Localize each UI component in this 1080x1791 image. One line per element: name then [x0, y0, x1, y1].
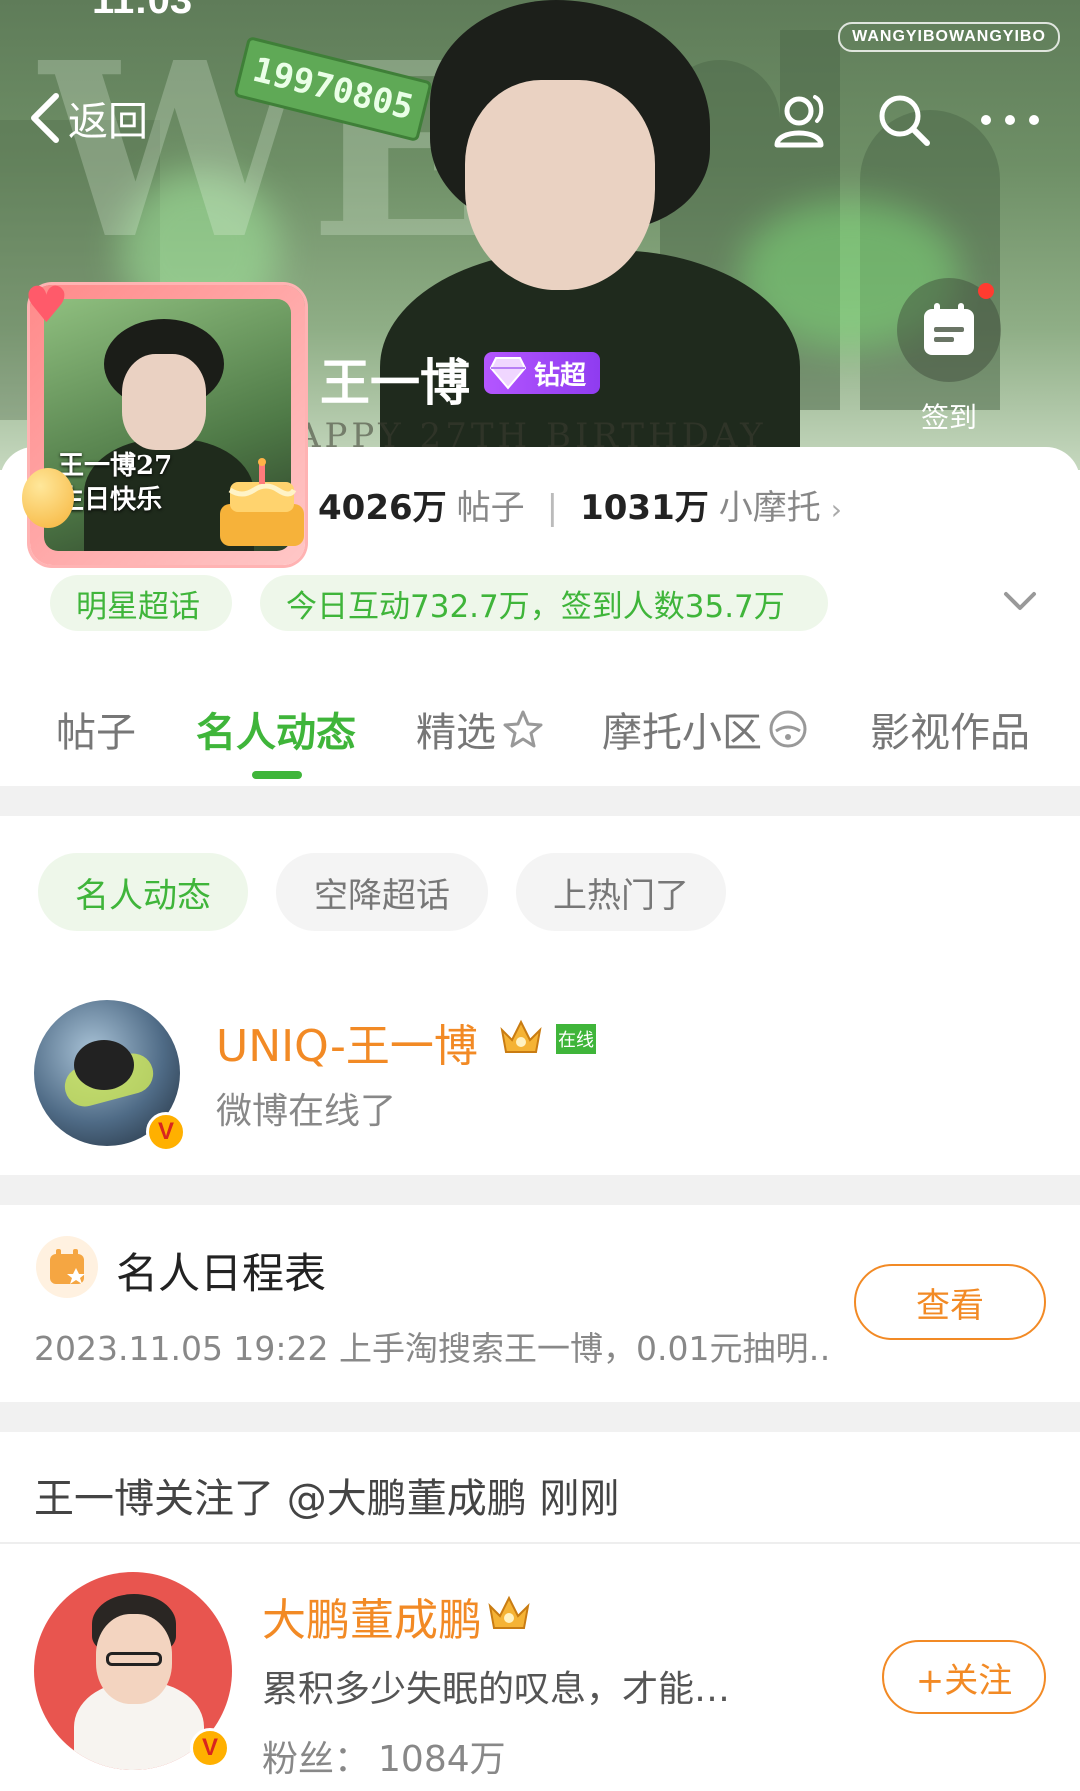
celebrity-name[interactable]: UNIQ-王一博 — [216, 1010, 478, 1074]
chevron-right-icon: › — [830, 493, 842, 526]
celebrity-status: 微博在线了 — [216, 1091, 397, 1132]
crown-icon — [488, 1595, 530, 1629]
topic-name: 王一博 — [320, 355, 470, 411]
verified-icon: V — [190, 1728, 230, 1768]
online-badge: 在线 — [556, 1024, 596, 1054]
topic-stats: 4026万 帖子 | 1031万 小摩托 › — [318, 480, 842, 529]
fans-prefix: 粉丝： — [262, 1739, 371, 1780]
follow-button[interactable]: +关注 — [882, 1640, 1046, 1714]
diamond-icon — [490, 357, 526, 390]
filter-airdrop-topic[interactable]: 空降超话 — [276, 853, 488, 931]
section-divider — [0, 1402, 1080, 1432]
followed-user-name[interactable]: 大鹏董成鹏 — [262, 1584, 482, 1648]
tab-moto-community[interactable]: 摩托小区 — [602, 700, 808, 758]
category-chip[interactable]: 明星超话 — [50, 575, 232, 631]
badge-label: 钻超 — [534, 359, 587, 390]
fans-number: 1084万 — [378, 1739, 506, 1780]
followed-user-fans: 粉丝： 1084万 — [262, 1730, 506, 1782]
section-divider — [0, 1175, 1080, 1205]
avatar-text-line2: 生日快乐 — [58, 485, 163, 515]
filter-trending[interactable]: 上热门了 — [516, 853, 726, 931]
chevron-left-icon — [31, 93, 59, 143]
fans-label[interactable]: 小摩托 — [719, 480, 821, 529]
watermark: WANGYIBOWANGYIBO — [838, 22, 1060, 52]
active-tab-indicator — [252, 771, 302, 779]
view-schedule-button[interactable]: 查看 — [854, 1264, 1046, 1340]
more-button[interactable] — [978, 88, 1042, 152]
tab-celebrity-updates[interactable]: 名人动态 — [196, 700, 356, 758]
notification-dot — [978, 283, 994, 299]
follow-event-text[interactable]: 王一博关注了 @大鹏董成鹏 刚刚 — [34, 1466, 619, 1524]
status-time: 11:03 — [92, 0, 193, 22]
stats-divider: | — [546, 488, 559, 528]
contacts-button[interactable] — [770, 88, 834, 152]
row-divider — [0, 1542, 1080, 1544]
tab-film-works[interactable]: 影视作品 — [870, 700, 1030, 758]
tab-featured[interactable]: 精选 — [416, 700, 544, 758]
crown-icon — [500, 1019, 542, 1053]
posts-label: 帖子 — [456, 488, 525, 528]
fans-count: 1031万 — [580, 488, 709, 528]
star-icon — [503, 710, 543, 748]
schedule-entry[interactable]: 2023.11.05 19:22 上手淘搜索王一博，0.01元抽明… — [34, 1322, 834, 1370]
heart-icon: ♥ — [24, 276, 69, 334]
tab-moto-label: 摩托小区 — [602, 710, 762, 756]
verified-icon: V — [146, 1112, 186, 1152]
back-label: 返回 — [68, 99, 148, 145]
helmet-icon — [769, 710, 807, 748]
chevron-down-icon[interactable] — [1000, 586, 1040, 616]
tab-featured-label: 精选 — [416, 710, 496, 756]
avatar-text-line1: 王一博27 — [58, 451, 173, 481]
back-button[interactable]: 返回 — [28, 88, 148, 148]
schedule-icon — [36, 1236, 98, 1298]
search-icon — [879, 95, 930, 146]
filter-celebrity-updates[interactable]: 名人动态 — [38, 853, 248, 931]
followed-user-bio: 累积多少失眠的叹息，才能… — [262, 1669, 731, 1710]
checkin-label: 签到 — [920, 401, 977, 434]
calendar-icon — [924, 303, 974, 355]
activity-chip[interactable]: 今日互动732.7万，签到人数35.7万 — [260, 575, 828, 631]
section-divider — [0, 786, 1080, 816]
tab-posts[interactable]: 帖子 — [56, 700, 136, 758]
posts-count: 4026万 — [318, 488, 447, 528]
search-button[interactable] — [872, 88, 936, 152]
more-dots-icon — [981, 115, 1039, 125]
schedule-title: 名人日程表 — [116, 1249, 327, 1298]
cake-icon — [220, 458, 304, 546]
balloon-icon — [22, 468, 74, 528]
people-icon — [774, 95, 824, 148]
